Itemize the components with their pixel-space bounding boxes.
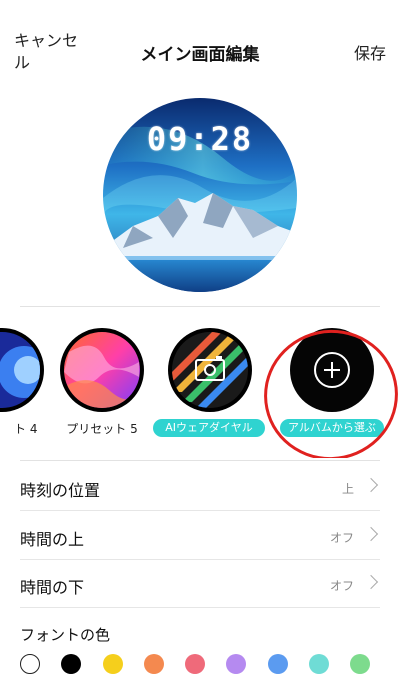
preset-5-face[interactable] [60,328,144,412]
above-time-value: オフ [329,531,354,545]
preset-4-label: ト 4 [14,422,38,436]
album-badge[interactable]: アルバムから選ぶ [280,419,384,437]
save-button[interactable]: 保存 [354,40,386,64]
above-time-label: 時間の上 [20,530,85,549]
watch-face-preview: 09:28 [103,98,297,292]
color-swatch[interactable] [185,654,205,674]
time-position-label: 時刻の位置 [20,481,101,500]
preset-carousel[interactable]: ト 4 プリセット 5 AIウェアダイヤル アルバムから選ぶ [0,318,400,458]
ai-wear-dial-badge[interactable]: AIウェアダイヤル [153,419,265,437]
color-swatch[interactable] [61,654,81,674]
font-color-label: フォントの色 [20,626,111,644]
preset-4-image [0,332,40,408]
time-position-row[interactable]: 時刻の位置 上 [20,463,380,511]
chevron-right-icon [363,574,379,590]
add-from-album-button[interactable] [290,328,374,412]
time-position-value: 上 [341,482,354,496]
divider [20,460,380,461]
ai-wear-dial-face[interactable] [168,328,252,412]
preview-time: 09:28 [146,120,254,158]
below-time-row[interactable]: 時間の下 オフ [20,560,380,608]
preset-4-face[interactable] [0,328,44,412]
color-swatch[interactable] [350,654,370,674]
ai-wear-dial-image [172,332,248,408]
preset-5-label: プリセット 5 [66,422,138,436]
divider [20,306,380,307]
preset-5-image [64,332,140,408]
below-time-value: オフ [329,579,354,593]
font-color-swatches [20,654,380,678]
below-time-label: 時間の下 [20,578,85,597]
color-swatch[interactable] [268,654,288,674]
header-bar: キャンセル メイン画面編集 保存 [0,0,400,90]
page-title: メイン画面編集 [140,45,260,65]
chevron-right-icon [363,477,379,493]
color-swatch[interactable] [226,654,246,674]
color-swatch[interactable] [309,654,329,674]
color-swatch[interactable] [103,654,123,674]
above-time-row[interactable]: 時間の上 オフ [20,512,380,560]
color-swatch[interactable] [144,654,164,674]
color-swatch[interactable] [20,654,40,674]
plus-circle-icon [314,352,350,388]
chevron-right-icon [363,526,379,542]
